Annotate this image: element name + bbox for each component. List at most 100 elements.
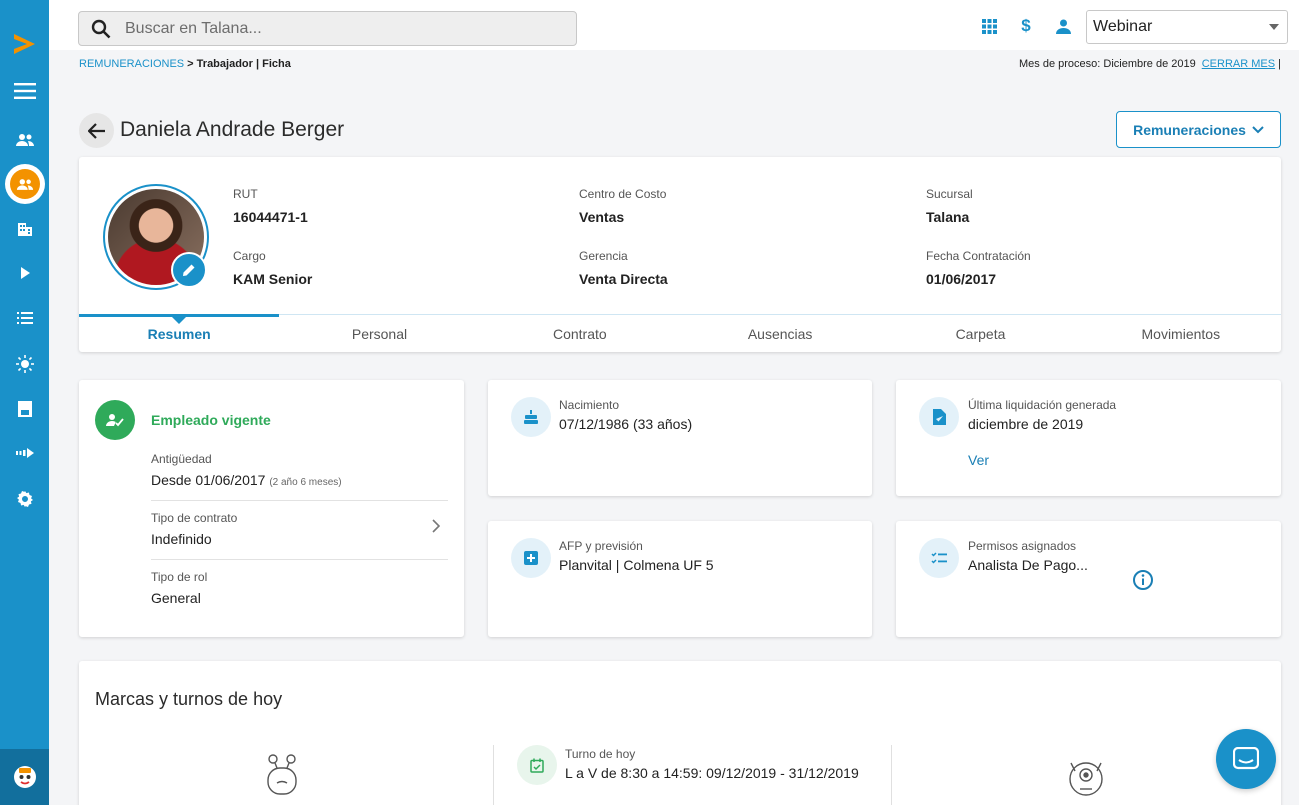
- birth-card: Nacimiento 07/12/1986 (33 años): [488, 380, 872, 496]
- user-check-icon: [95, 400, 135, 440]
- sun-icon[interactable]: [0, 346, 49, 382]
- rut-field: RUT 16044471-1: [233, 187, 308, 225]
- divider: [891, 745, 892, 805]
- antiguedad-note: (2 año 6 meses): [269, 477, 342, 488]
- cost-center-field: Centro de Costo Ventas: [579, 187, 666, 225]
- user-icon[interactable]: [1053, 16, 1073, 36]
- menu-icon[interactable]: [0, 73, 49, 109]
- pencil-icon: [183, 264, 195, 276]
- back-button[interactable]: [79, 113, 114, 148]
- tipo-contrato-value: Indefinido: [151, 531, 212, 547]
- breadcrumb-root-link[interactable]: REMUNERACIONES: [79, 58, 184, 70]
- permissions-label: Permisos asignados: [968, 539, 1077, 553]
- checklist-icon: [919, 538, 959, 578]
- cost-center-label: Centro de Costo: [579, 187, 667, 201]
- tab-ausencias[interactable]: Ausencias: [680, 315, 880, 352]
- afp-card: AFP y previsión Planvital | Colmena UF 5: [488, 521, 872, 637]
- forward-icon[interactable]: [0, 435, 49, 471]
- rut-label: RUT: [233, 187, 258, 201]
- apps-grid-icon[interactable]: [979, 16, 999, 36]
- employee-icon[interactable]: [5, 164, 45, 204]
- status-details: Antigüedad Desde 01/06/2017 (2 año 6 mes…: [151, 452, 448, 606]
- page-title: Daniela Andrade Berger: [120, 118, 345, 141]
- dollar-icon[interactable]: $: [1016, 16, 1036, 36]
- shift-label: Turno de hoy: [565, 747, 636, 761]
- calendar-check-icon: [517, 745, 557, 785]
- sidebar: [0, 0, 49, 805]
- process-month: Mes de proceso: Diciembre de 2019 CERRAR …: [1019, 58, 1281, 70]
- info-icon[interactable]: [1132, 569, 1154, 596]
- people-icon[interactable]: [0, 122, 49, 158]
- search-input[interactable]: Buscar en Talana...: [78, 11, 577, 46]
- tab-personal[interactable]: Personal: [279, 315, 479, 352]
- rut-value: 16044471-1: [233, 209, 308, 225]
- tipo-contrato-row[interactable]: Tipo de contrato Indefinido: [151, 511, 448, 547]
- cargo-label: Cargo: [233, 249, 266, 263]
- tipo-rol-value: General: [151, 590, 201, 606]
- edit-avatar-button[interactable]: [171, 252, 207, 288]
- breadcrumb-current: Trabajador | Ficha: [196, 58, 291, 70]
- chat-icon: [1233, 747, 1259, 770]
- birth-label: Nacimiento: [559, 398, 620, 412]
- tab-contrato[interactable]: Contrato: [480, 315, 680, 352]
- arrow-left-icon: [87, 122, 105, 139]
- tab-movimientos[interactable]: Movimientos: [1081, 315, 1281, 352]
- shift-value: L a V de 8:30 a 14:59: 09/12/2019 - 31/1…: [565, 765, 859, 781]
- talana-logo-icon[interactable]: [0, 26, 49, 62]
- gerencia-value: Venta Directa: [579, 271, 668, 287]
- breadcrumb-separator: >: [184, 58, 197, 70]
- marks-shifts-title: Marcas y turnos de hoy: [95, 689, 283, 709]
- tab-carpeta[interactable]: Carpeta: [880, 315, 1080, 352]
- chat-launcher-button[interactable]: [1216, 729, 1276, 789]
- building-icon[interactable]: [0, 211, 49, 247]
- cost-center-value: Ventas: [579, 209, 625, 225]
- payslip-icon: [919, 397, 959, 437]
- top-bar: Buscar en Talana... $ Webinar: [49, 0, 1299, 50]
- play-icon[interactable]: [0, 255, 49, 291]
- breadcrumb: REMUNERACIONES > Trabajador | Ficha: [79, 58, 291, 70]
- close-month-link[interactable]: CERRAR MES: [1202, 58, 1275, 70]
- birth-value: 07/12/1986 (33 años): [559, 416, 693, 432]
- robot-illustration-icon: [263, 753, 301, 802]
- antiguedad-value-row: Desde 01/06/2017 (2 año 6 meses): [151, 472, 448, 488]
- search-icon: [91, 19, 111, 39]
- remuneraciones-menu-button[interactable]: Remuneraciones: [1116, 111, 1281, 148]
- sucursal-value: Talana: [926, 209, 970, 225]
- hire-date-value: 01/06/2017: [926, 271, 997, 287]
- assistant-icon[interactable]: [0, 749, 49, 805]
- sucursal-label: Sucursal: [926, 187, 973, 201]
- divider: [151, 500, 448, 501]
- list-icon[interactable]: [0, 300, 49, 336]
- gerencia-label: Gerencia: [579, 249, 628, 263]
- gear-icon[interactable]: [0, 481, 49, 517]
- permissions-card: Permisos asignados Analista De Pago...: [896, 521, 1281, 637]
- company-select[interactable]: Webinar: [1086, 10, 1288, 44]
- employee-status-title: Empleado vigente: [151, 412, 271, 428]
- tab-resumen[interactable]: Resumen: [79, 314, 280, 352]
- cargo-value: KAM Senior: [233, 271, 313, 287]
- tipo-rol-label: Tipo de rol: [151, 570, 208, 584]
- divider: [493, 745, 494, 805]
- process-month-label: Mes de proceso: Diciembre de 2019: [1019, 58, 1196, 70]
- divider: [151, 559, 448, 560]
- marks-shifts-card: Marcas y turnos de hoy Turno de hoy L a …: [79, 661, 1281, 805]
- profile-tabs: Resumen Personal Contrato Ausencias Carp…: [79, 314, 1281, 352]
- payslip-label: Última liquidación generada: [968, 398, 1117, 412]
- employee-status-card: Empleado vigente Antigüedad Desde 01/06/…: [79, 380, 464, 637]
- cake-icon: [511, 397, 551, 437]
- process-pipe: |: [1275, 58, 1281, 70]
- chevron-down-icon: [1269, 24, 1279, 30]
- profile-card: RUT 16044471-1 Cargo KAM Senior Centro d…: [79, 157, 1281, 352]
- permissions-value: Analista De Pago...: [968, 557, 1088, 573]
- monster-illustration-icon: [1065, 755, 1107, 804]
- afp-value: Planvital | Colmena UF 5: [559, 557, 714, 573]
- view-payslip-link[interactable]: Ver: [968, 452, 989, 468]
- afp-label: AFP y previsión: [559, 539, 643, 553]
- antiguedad-label: Antigüedad: [151, 452, 212, 466]
- sucursal-field: Sucursal Talana: [926, 187, 973, 225]
- hire-date-label: Fecha Contratación: [926, 249, 1031, 263]
- document-icon[interactable]: [0, 391, 49, 427]
- hire-date-field: Fecha Contratación 01/06/2017: [926, 249, 1031, 287]
- antiguedad-value: Desde 01/06/2017: [151, 472, 266, 488]
- payslip-value: diciembre de 2019: [968, 416, 1084, 432]
